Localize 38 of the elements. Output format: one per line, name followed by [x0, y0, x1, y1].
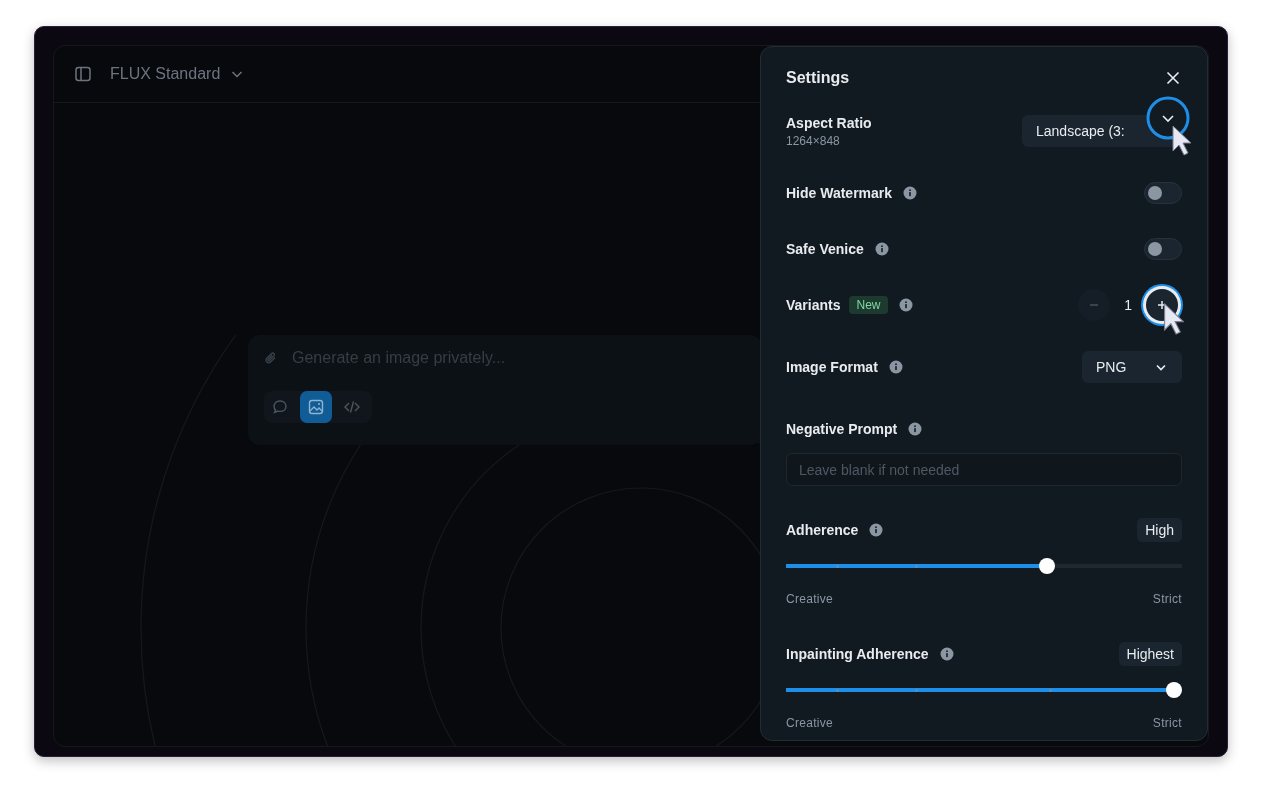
info-icon[interactable] — [939, 647, 954, 661]
toggle-switch[interactable] — [1144, 182, 1182, 204]
slider-max-label: Strict — [1152, 716, 1182, 730]
info-icon[interactable] — [869, 523, 884, 537]
resolution-text: 1264×848 — [786, 133, 841, 148]
slider-thumb[interactable] — [1166, 682, 1182, 698]
info-icon[interactable] — [898, 298, 913, 312]
sidebar-toggle-icon[interactable] — [74, 65, 92, 83]
variant-count: 1 — [1124, 297, 1132, 313]
setting-label: Negative Prompt — [786, 421, 898, 437]
image-mode-button[interactable] — [300, 391, 332, 423]
new-badge: New — [849, 296, 888, 314]
negative-prompt-field[interactable]: Leave blank if not needed — [786, 453, 1182, 486]
info-icon[interactable] — [888, 360, 903, 374]
level-badge: Highest — [1118, 642, 1182, 666]
close-icon[interactable] — [1164, 69, 1182, 87]
setting-label: Inpainting Adherence — [786, 646, 929, 662]
setting-label: Variants — [786, 297, 841, 313]
setting-label: Adherence — [786, 522, 859, 538]
info-icon[interactable] — [908, 422, 923, 436]
info-icon[interactable] — [874, 242, 889, 256]
setting-label: Image Format — [786, 359, 878, 375]
toggle-switch[interactable] — [1144, 238, 1182, 260]
panel-title: Settings — [786, 69, 850, 87]
paperclip-icon[interactable] — [264, 351, 278, 365]
setting-label: Hide Watermark — [786, 185, 893, 201]
slider-min-label: Creative — [786, 592, 834, 606]
slider-thumb[interactable] — [1039, 558, 1056, 574]
image-icon — [307, 398, 325, 416]
dropdown-select[interactable]: PNG — [1082, 351, 1182, 383]
setting-label: Safe Venice — [786, 241, 864, 257]
speech-bubble-icon — [271, 398, 289, 416]
level-badge: High — [1137, 518, 1182, 542]
slider-max-label: Strict — [1152, 592, 1182, 606]
info-icon[interactable] — [903, 186, 918, 200]
slider-min-label: Creative — [786, 716, 834, 730]
setting-label: Aspect Ratio — [786, 114, 872, 131]
model-selector[interactable]: FLUX Standard — [110, 65, 245, 83]
